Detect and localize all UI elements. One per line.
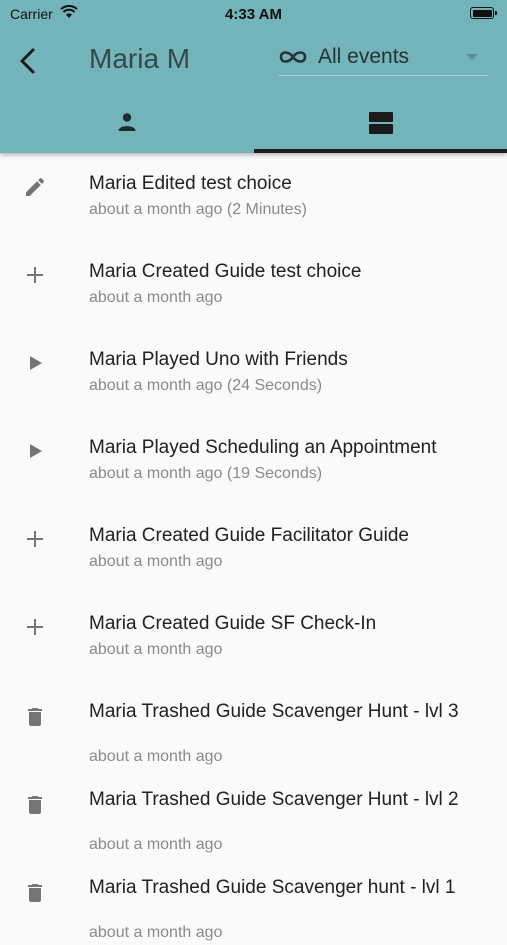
tab-profile[interactable]	[0, 96, 254, 153]
event-time: about a month ago (24 Seconds)	[89, 377, 323, 394]
event-list-item[interactable]: Maria Created Guide SF Check-In about a …	[0, 593, 507, 681]
tab-indicator	[254, 149, 507, 153]
event-title: Maria Trashed Guide Scavenger Hunt - lvl…	[89, 789, 459, 810]
list-view-icon	[368, 112, 393, 134]
add-icon	[27, 267, 43, 283]
event-time: about a month ago	[89, 924, 223, 941]
back-button[interactable]	[14, 44, 44, 78]
event-list: Maria Edited test choice about a month a…	[0, 153, 507, 945]
event-filter-dropdown[interactable]: All events	[278, 41, 488, 76]
status-time: 4:33 AM	[225, 6, 282, 23]
trash-icon	[28, 884, 42, 902]
event-list-item[interactable]: Maria Created Guide test choice about a …	[0, 241, 507, 329]
event-time: about a month ago (19 Seconds)	[89, 465, 323, 482]
event-title: Maria Played Scheduling an Appointment	[89, 437, 437, 458]
edit-icon	[26, 177, 45, 196]
event-list-item[interactable]: Maria Created Guide Facilitator Guide ab…	[0, 505, 507, 593]
trash-icon	[28, 796, 42, 814]
event-list-item[interactable]: Maria Edited test choice about a month a…	[0, 153, 507, 241]
event-list-item[interactable]: Maria Played Scheduling an Appointment a…	[0, 417, 507, 505]
add-icon	[27, 531, 43, 547]
play-icon	[30, 356, 42, 370]
event-time: about a month ago	[89, 748, 223, 765]
dropdown-arrow-icon	[466, 54, 478, 60]
filter-selected-value: All events	[318, 45, 410, 68]
status-bar: Carrier 4:33 AM	[0, 0, 507, 28]
play-icon	[30, 444, 42, 458]
event-time: about a month ago	[89, 289, 223, 306]
event-title: Maria Trashed Guide Scavenger Hunt - lvl…	[89, 701, 459, 722]
app-bar: Carrier 4:33 AM Maria M All events	[0, 0, 507, 153]
person-icon	[118, 113, 136, 131]
event-title: Maria Created Guide SF Check-In	[89, 613, 377, 634]
event-title: Maria Played Uno with Friends	[89, 349, 348, 370]
tab-events[interactable]	[254, 96, 507, 153]
infinity-icon	[279, 51, 307, 63]
event-title: Maria Trashed Guide Scavenger hunt - lvl…	[89, 877, 456, 898]
event-title: Maria Created Guide Facilitator Guide	[89, 525, 409, 546]
event-time: about a month ago (2 Minutes)	[89, 201, 307, 218]
page-title: Maria M	[89, 43, 191, 74]
back-arrow-icon	[20, 48, 35, 74]
event-time: about a month ago	[89, 641, 223, 658]
add-icon	[27, 619, 43, 635]
event-title: Maria Created Guide test choice	[89, 261, 362, 282]
event-time: about a month ago	[89, 836, 223, 853]
event-list-item[interactable]: Maria Trashed Guide Scavenger Hunt - lvl…	[0, 769, 507, 857]
event-list-item[interactable]: Maria Trashed Guide Scavenger Hunt - lvl…	[0, 681, 507, 769]
trash-icon	[28, 708, 42, 726]
event-list-item[interactable]: Maria Played Uno with Friends about a mo…	[0, 329, 507, 417]
event-time: about a month ago	[89, 553, 223, 570]
event-title: Maria Edited test choice	[89, 173, 292, 194]
battery-icon	[470, 7, 497, 19]
event-list-item[interactable]: Maria Trashed Guide Scavenger hunt - lvl…	[0, 857, 507, 945]
